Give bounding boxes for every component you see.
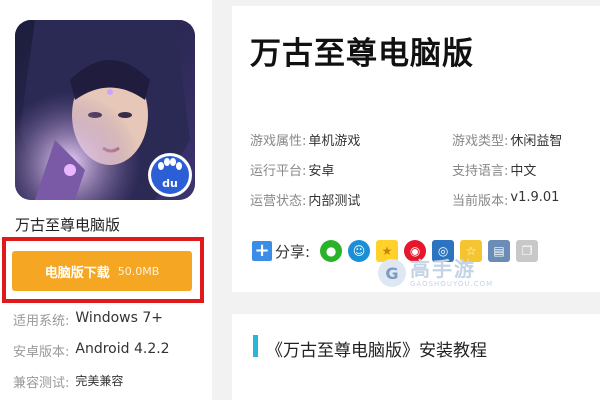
attr-value: 中文 [510,164,537,179]
watermark-main: 高手游 [410,256,476,281]
download-size: 50.0MB [117,264,160,278]
copy-icon[interactable]: ❐ [516,240,539,262]
spec-row-android: 安卓版本: Android 4.2.2 [13,341,170,360]
attr-value: 单机游戏 [308,134,361,149]
spec-label: 安卓版本: [13,345,70,360]
spec-row-compat: 兼容测试: 完美兼容 [13,372,123,391]
attr-game-type: 游戏类型: 休闲益智 [452,130,562,149]
spec-value: 完美兼容 [75,374,124,388]
attr-label: 当前版本: [452,194,509,209]
spec-row-system: 适用系统: Windows 7+ [13,310,163,329]
watermark-logo-icon: G [378,259,406,287]
attr-language: 支持语言: 中文 [452,160,536,179]
attr-platform: 运行平台: 安卓 [250,160,334,179]
spec-value: Android 4.2.2 [75,341,170,357]
attr-value: 内部测试 [308,194,361,209]
attr-label: 游戏属性: [250,134,307,149]
download-label: 电脑版下载 [44,265,110,281]
attr-value: 休闲益智 [510,134,563,149]
app-icon[interactable]: du [15,20,195,200]
tutorial-title[interactable]: 《万古至尊电脑版》安装教程 [266,336,487,361]
baidu-badge-text: du [162,177,178,190]
spec-label: 兼容测试: [13,376,70,391]
spec-value: Windows 7+ [75,310,163,326]
wechat-icon[interactable]: ● [320,240,343,262]
tutorial-accent-bar [253,335,258,357]
attr-label: 游戏类型: [452,134,509,149]
watermark-sub: GAOSHOUYOU.COM [410,279,494,288]
character-artwork: du [15,20,195,200]
pc-download-button[interactable]: 电脑版下载 50.0MB [12,251,192,291]
page-title: 万古至尊电脑版 [250,36,474,72]
site-watermark: G 高手游 GAOSHOUYOU.COM [378,256,504,290]
attr-label: 运行平台: [250,164,307,179]
attr-version: 当前版本: v1.9.01 [452,190,559,209]
spec-label: 适用系统: [13,314,70,329]
attr-label: 支持语言: [452,164,509,179]
attr-value: 安卓 [308,164,335,179]
attr-status: 运营状态: 内部测试 [250,190,360,209]
attr-label: 运营状态: [250,194,307,209]
attr-value: v1.9.01 [510,190,560,205]
attr-game-property: 游戏属性: 单机游戏 [250,130,360,149]
app-name: 万古至尊电脑版 [15,216,121,234]
share-plus-icon[interactable]: + [252,241,272,261]
share-label: 分享: [275,242,311,261]
qq-icon[interactable]: ☺ [348,240,371,262]
